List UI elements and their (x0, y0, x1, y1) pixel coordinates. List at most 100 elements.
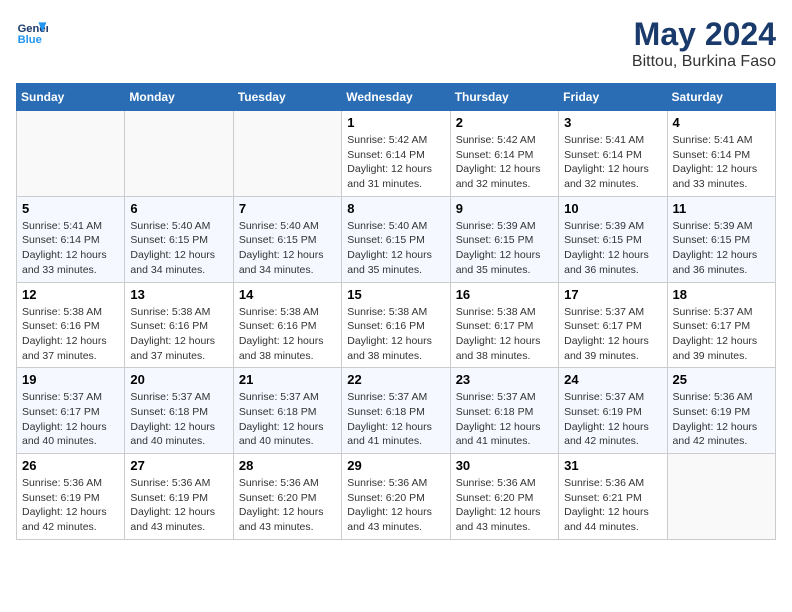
day-info: Sunrise: 5:37 AM Sunset: 6:19 PM Dayligh… (564, 390, 661, 449)
calendar-cell: 5 Sunrise: 5:41 AM Sunset: 6:14 PM Daylig… (17, 196, 125, 282)
calendar-header-wednesday: Wednesday (342, 84, 450, 111)
calendar-cell (17, 111, 125, 197)
title-block: May 2024 Bittou, Burkina Faso (632, 16, 776, 71)
day-info: Sunrise: 5:40 AM Sunset: 6:15 PM Dayligh… (347, 219, 444, 278)
calendar-cell: 7 Sunrise: 5:40 AM Sunset: 6:15 PM Daylig… (233, 196, 341, 282)
calendar-cell: 26Sunrise: 5:36 AM Sunset: 6:19 PM Dayli… (17, 454, 125, 540)
day-number: 10 (564, 201, 661, 216)
day-info: Sunrise: 5:38 AM Sunset: 6:16 PM Dayligh… (347, 305, 444, 364)
calendar-cell: 19 Sunrise: 5:37 AM Sunset: 6:17 PM Dayli… (17, 368, 125, 454)
calendar-header-sunday: Sunday (17, 84, 125, 111)
day-info: Sunrise: 5:36 AM Sunset: 6:20 PM Dayligh… (239, 476, 336, 535)
day-number: 3 (564, 115, 661, 130)
month-title: May 2024 (632, 16, 776, 53)
calendar-week-row: 19 Sunrise: 5:37 AM Sunset: 6:17 PM Dayli… (17, 368, 776, 454)
day-number: 30 (456, 458, 553, 473)
calendar-cell: 29 Sunrise: 5:36 AM Sunset: 6:20 PM Dayli… (342, 454, 450, 540)
day-info: Sunrise: 5:40 AM Sunset: 6:15 PM Dayligh… (239, 219, 336, 278)
calendar-cell: 21Sunrise: 5:37 AM Sunset: 6:18 PM Dayli… (233, 368, 341, 454)
calendar-cell: 12 Sunrise: 5:38 AM Sunset: 6:16 PM Dayli… (17, 282, 125, 368)
calendar-header-thursday: Thursday (450, 84, 558, 111)
day-info: Sunrise: 5:36 AM Sunset: 6:19 PM Dayligh… (130, 476, 227, 535)
calendar-header-monday: Monday (125, 84, 233, 111)
calendar-cell: 10Sunrise: 5:39 AM Sunset: 6:15 PM Dayli… (559, 196, 667, 282)
day-number: 14 (239, 287, 336, 302)
calendar-cell: 23Sunrise: 5:37 AM Sunset: 6:18 PM Dayli… (450, 368, 558, 454)
day-info: Sunrise: 5:41 AM Sunset: 6:14 PM Dayligh… (22, 219, 119, 278)
calendar-cell: 14 Sunrise: 5:38 AM Sunset: 6:16 PM Dayli… (233, 282, 341, 368)
calendar-cell: 20 Sunrise: 5:37 AM Sunset: 6:18 PM Dayli… (125, 368, 233, 454)
day-number: 24 (564, 372, 661, 387)
calendar-header-tuesday: Tuesday (233, 84, 341, 111)
day-info: Sunrise: 5:41 AM Sunset: 6:14 PM Dayligh… (564, 133, 661, 192)
day-number: 22 (347, 372, 444, 387)
calendar-cell: 2 Sunrise: 5:42 AM Sunset: 6:14 PM Daylig… (450, 111, 558, 197)
day-number: 21 (239, 372, 336, 387)
day-number: 4 (673, 115, 770, 130)
calendar-header-friday: Friday (559, 84, 667, 111)
calendar-cell: 25Sunrise: 5:36 AM Sunset: 6:19 PM Dayli… (667, 368, 775, 454)
calendar-cell: 11 Sunrise: 5:39 AM Sunset: 6:15 PM Dayli… (667, 196, 775, 282)
calendar-week-row: 12 Sunrise: 5:38 AM Sunset: 6:16 PM Dayli… (17, 282, 776, 368)
day-number: 17 (564, 287, 661, 302)
day-number: 5 (22, 201, 119, 216)
calendar-cell: 8 Sunrise: 5:40 AM Sunset: 6:15 PM Daylig… (342, 196, 450, 282)
day-number: 2 (456, 115, 553, 130)
day-info: Sunrise: 5:39 AM Sunset: 6:15 PM Dayligh… (673, 219, 770, 278)
day-number: 11 (673, 201, 770, 216)
day-info: Sunrise: 5:41 AM Sunset: 6:14 PM Dayligh… (673, 133, 770, 192)
day-info: Sunrise: 5:36 AM Sunset: 6:19 PM Dayligh… (673, 390, 770, 449)
svg-text:Blue: Blue (18, 34, 42, 46)
day-info: Sunrise: 5:42 AM Sunset: 6:14 PM Dayligh… (456, 133, 553, 192)
day-info: Sunrise: 5:38 AM Sunset: 6:16 PM Dayligh… (239, 305, 336, 364)
day-number: 27 (130, 458, 227, 473)
calendar-week-row: 26Sunrise: 5:36 AM Sunset: 6:19 PM Dayli… (17, 454, 776, 540)
calendar-cell: 6Sunrise: 5:40 AM Sunset: 6:15 PM Daylig… (125, 196, 233, 282)
day-info: Sunrise: 5:40 AM Sunset: 6:15 PM Dayligh… (130, 219, 227, 278)
day-number: 19 (22, 372, 119, 387)
calendar-cell: 13Sunrise: 5:38 AM Sunset: 6:16 PM Dayli… (125, 282, 233, 368)
day-info: Sunrise: 5:38 AM Sunset: 6:16 PM Dayligh… (22, 305, 119, 364)
day-number: 7 (239, 201, 336, 216)
day-number: 15 (347, 287, 444, 302)
day-number: 1 (347, 115, 444, 130)
logo-icon: General Blue (16, 16, 48, 48)
calendar-cell: 22 Sunrise: 5:37 AM Sunset: 6:18 PM Dayli… (342, 368, 450, 454)
calendar-cell: 28Sunrise: 5:36 AM Sunset: 6:20 PM Dayli… (233, 454, 341, 540)
day-number: 29 (347, 458, 444, 473)
day-info: Sunrise: 5:37 AM Sunset: 6:17 PM Dayligh… (564, 305, 661, 364)
day-info: Sunrise: 5:38 AM Sunset: 6:17 PM Dayligh… (456, 305, 553, 364)
day-info: Sunrise: 5:36 AM Sunset: 6:19 PM Dayligh… (22, 476, 119, 535)
location-title: Bittou, Burkina Faso (632, 53, 776, 71)
calendar-cell: 9Sunrise: 5:39 AM Sunset: 6:15 PM Daylig… (450, 196, 558, 282)
calendar-week-row: 5 Sunrise: 5:41 AM Sunset: 6:14 PM Daylig… (17, 196, 776, 282)
day-number: 20 (130, 372, 227, 387)
calendar-header-saturday: Saturday (667, 84, 775, 111)
day-info: Sunrise: 5:37 AM Sunset: 6:17 PM Dayligh… (673, 305, 770, 364)
calendar-cell: 31 Sunrise: 5:36 AM Sunset: 6:21 PM Dayli… (559, 454, 667, 540)
day-number: 16 (456, 287, 553, 302)
day-number: 9 (456, 201, 553, 216)
calendar-cell: 1 Sunrise: 5:42 AM Sunset: 6:14 PM Daylig… (342, 111, 450, 197)
calendar-cell: 18Sunrise: 5:37 AM Sunset: 6:17 PM Dayli… (667, 282, 775, 368)
day-info: Sunrise: 5:37 AM Sunset: 6:18 PM Dayligh… (347, 390, 444, 449)
day-info: Sunrise: 5:36 AM Sunset: 6:21 PM Dayligh… (564, 476, 661, 535)
calendar-table: SundayMondayTuesdayWednesdayThursdayFrid… (16, 83, 776, 540)
day-info: Sunrise: 5:36 AM Sunset: 6:20 PM Dayligh… (456, 476, 553, 535)
calendar-cell: 30 Sunrise: 5:36 AM Sunset: 6:20 PM Dayli… (450, 454, 558, 540)
day-number: 13 (130, 287, 227, 302)
calendar-header-row: SundayMondayTuesdayWednesdayThursdayFrid… (17, 84, 776, 111)
day-info: Sunrise: 5:37 AM Sunset: 6:18 PM Dayligh… (456, 390, 553, 449)
day-number: 8 (347, 201, 444, 216)
calendar-cell: 15 Sunrise: 5:38 AM Sunset: 6:16 PM Dayli… (342, 282, 450, 368)
calendar-cell (233, 111, 341, 197)
day-number: 12 (22, 287, 119, 302)
day-info: Sunrise: 5:36 AM Sunset: 6:20 PM Dayligh… (347, 476, 444, 535)
calendar-cell (125, 111, 233, 197)
calendar-week-row: 1 Sunrise: 5:42 AM Sunset: 6:14 PM Daylig… (17, 111, 776, 197)
day-info: Sunrise: 5:37 AM Sunset: 6:17 PM Dayligh… (22, 390, 119, 449)
day-info: Sunrise: 5:37 AM Sunset: 6:18 PM Dayligh… (130, 390, 227, 449)
day-info: Sunrise: 5:42 AM Sunset: 6:14 PM Dayligh… (347, 133, 444, 192)
calendar-cell: 3 Sunrise: 5:41 AM Sunset: 6:14 PM Daylig… (559, 111, 667, 197)
day-number: 31 (564, 458, 661, 473)
